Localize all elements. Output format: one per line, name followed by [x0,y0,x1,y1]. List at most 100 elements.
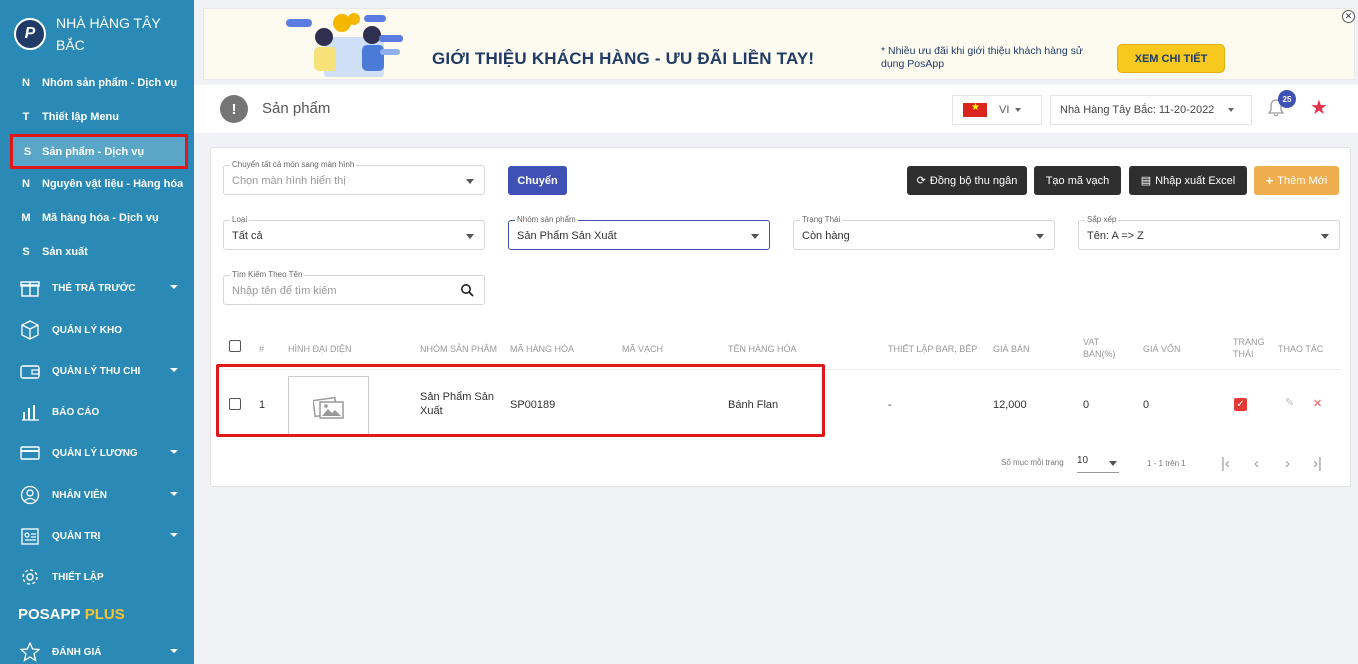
sidebar-menu-label: QUẢN LÝ KHO [52,324,122,336]
create-barcode-button[interactable]: Tạo mã vạch [1034,166,1121,195]
banner-headline: GIỚI THIỆU KHÁCH HÀNG - ƯU ĐÃI LIỀN TAY! [432,49,815,68]
col-price: GIÁ BÁN [993,344,1030,354]
edit-icon[interactable]: ✎ [1285,396,1294,409]
col-barcode: MÃ VẠCH [622,344,664,354]
sidebar-menu-rating[interactable]: ĐÁNH GIÁ [18,638,188,664]
sync-cashier-label: Đồng bộ thu ngân [929,174,1018,187]
sidebar-menu-salary[interactable]: QUẢN LÝ LƯƠNG [18,439,188,467]
chevron-down-icon [170,450,178,454]
excel-import-export-label: Nhập xuất Excel [1155,174,1236,187]
box-icon [18,319,42,341]
field-label: Tìm Kiếm Theo Tên [230,270,305,279]
sidebar-menu-label: QUẢN LÝ LƯƠNG [52,447,138,459]
row-vat: 0 [1083,399,1090,411]
status-select[interactable]: Trạng Thái Còn hàng [793,215,1055,250]
sidebar-item-letter: S [23,145,32,158]
banner-note: * Nhiều ưu đãi khi giới thiệu khách hàng… [881,45,1083,70]
promo-illustration [286,13,403,77]
chevron-down-icon [170,492,178,496]
user-icon [18,484,42,506]
status-checkbox[interactable]: ✓ [1234,398,1247,411]
excel-import-export-button[interactable]: ▤ Nhập xuất Excel [1129,166,1247,195]
store-name: NHÀ HÀNG TÂY BẮC [56,15,161,53]
delete-icon[interactable]: ✕ [1313,397,1322,410]
sidebar-menu-staff[interactable]: NHÂN VIÊN [18,481,188,509]
field-value: Sản Phẩm Sản Xuất [517,230,617,242]
sidebar-menu-label: NHÂN VIÊN [52,489,108,501]
chevron-down-icon [1228,108,1235,112]
per-page-label: Số mục mỗi trang [1001,458,1064,467]
favorite-star-icon[interactable]: ★ [1310,95,1328,120]
see-details-button[interactable]: XEM CHI TIẾT [1117,44,1225,73]
select-all-checkbox[interactable] [229,340,241,352]
add-new-button[interactable]: + Thêm Mới [1254,166,1339,195]
sidebar-item-product-groups[interactable]: N Nhóm sản phẩm - Dịch vụ [10,69,188,97]
product-group-select[interactable]: Nhóm sản phẩm Sản Phẩm Sản Xuất [508,215,770,250]
sidebar-menu-label: ĐÁNH GIÁ [52,646,102,658]
prev-page-icon[interactable]: ‹ [1254,455,1259,472]
sidebar-menu-prepaid-card[interactable]: THẺ TRẢ TRƯỚC [18,274,188,302]
transfer-button[interactable]: Chuyển [508,166,567,195]
posapp-plus-brand: POSAPP [18,606,81,623]
row-bar-kitchen: - [888,399,892,411]
sidebar-item-products-services[interactable]: S Sản phẩm - Dịch vụ [10,134,188,169]
col-bar-kitchen: THIẾT LẬP BAR, BẾP [888,344,978,354]
sidebar-item-label: Sản phẩm - Dịch vụ [42,145,145,158]
sidebar-item-menu-setup[interactable]: T Thiết lập Menu [10,103,188,131]
promo-banner[interactable]: GIỚI THIỆU KHÁCH HÀNG - ƯU ĐÃI LIỀN TAY!… [203,8,1355,80]
sidebar-menu-income-expense[interactable]: QUẢN LÝ THU CHI [18,357,188,385]
field-label: Loại [230,215,250,224]
sync-cashier-button[interactable]: ⟳ Đồng bộ thu ngân [907,166,1027,195]
last-page-icon[interactable]: ›| [1313,455,1322,472]
notification-bell[interactable]: 25 [1267,90,1296,119]
language-select[interactable]: VI [952,95,1042,125]
posapp-plus-title: POSAPP PLUS [18,606,125,623]
sidebar-item-item-codes[interactable]: M Mã hàng hóa - Dịch vụ [10,204,188,232]
row-highlight-box [216,364,825,437]
next-page-icon[interactable]: › [1285,455,1290,472]
sidebar-item-materials[interactable]: N Nguyên vật liệu - Hàng hóa [10,170,188,198]
add-new-label: Thêm Mới [1277,174,1328,187]
admin-icon [18,525,42,547]
search-icon[interactable] [460,283,474,297]
store-select[interactable]: Nhà Hàng Tây Bắc: 11-20-2022 [1050,95,1252,125]
sidebar-item-label: Thiết lập Menu [42,111,119,123]
sidebar-item-label: Sản xuất [42,246,88,258]
chevron-down-icon [466,234,474,239]
language-value: VI [999,104,1010,116]
store-value: Nhà Hàng Tây Bắc: 11-20-2022 [1060,104,1215,116]
close-icon[interactable]: ✕ [1342,10,1355,23]
sidebar-menu-reports[interactable]: BÁO CÁO [18,398,188,426]
sidebar-menu-warehouse[interactable]: QUẢN LÝ KHO [18,316,188,344]
page-title: Sản phẩm [262,100,331,117]
chevron-down-icon [1015,108,1022,112]
plus-icon: + [1265,173,1274,188]
col-image: HÌNH ĐẠI DIỆN [288,344,352,354]
per-page-select[interactable]: 10 [1077,455,1119,473]
search-input[interactable]: Tìm Kiếm Theo Tên Nhập tên để tìm kiếm [223,270,485,305]
chevron-down-icon [466,179,474,184]
first-page-icon[interactable]: |‹ [1221,455,1230,472]
col-name: TÊN HÀNG HÓA [728,344,797,354]
col-group: NHÓM SẢN PHẨM [420,344,498,354]
sidebar-menu-label: QUẢN LÝ THU CHI [52,365,141,377]
field-label: Sắp xếp [1085,215,1119,224]
field-placeholder: Nhập tên để tìm kiếm [232,285,337,297]
sort-select[interactable]: Sắp xếp Tên: A => Z [1078,215,1340,250]
col-code: MÃ HÀNG HÓA [510,344,575,354]
col-status: TRẠNG THÁI [1233,337,1265,359]
brand[interactable]: P NHÀ HÀNG TÂY BẮC [14,12,189,60]
sidebar-item-production[interactable]: S Sản xuất [10,238,188,266]
transfer-screen-select[interactable]: Chuyển tất cả món sang màn hình Chọn màn… [223,160,485,195]
field-label: Chuyển tất cả món sang màn hình [230,160,357,169]
sidebar-menu-admin[interactable]: QUẢN TRỊ [18,522,188,550]
sidebar-item-label: Mã hàng hóa - Dịch vụ [42,212,159,224]
sidebar-menu-settings[interactable]: THIẾT LẬP [18,563,188,591]
col-actions: THAO TÁC [1278,344,1324,354]
sidebar-item-label: Nhóm sản phẩm - Dịch vụ [42,77,178,89]
type-select[interactable]: Loại Tất cả [223,215,485,250]
field-label: Trạng Thái [800,215,843,224]
sidebar-menu-label: THIẾT LẬP [52,571,104,583]
sidebar-menu-label: QUẢN TRỊ [52,530,101,542]
wallet-icon [18,360,42,382]
